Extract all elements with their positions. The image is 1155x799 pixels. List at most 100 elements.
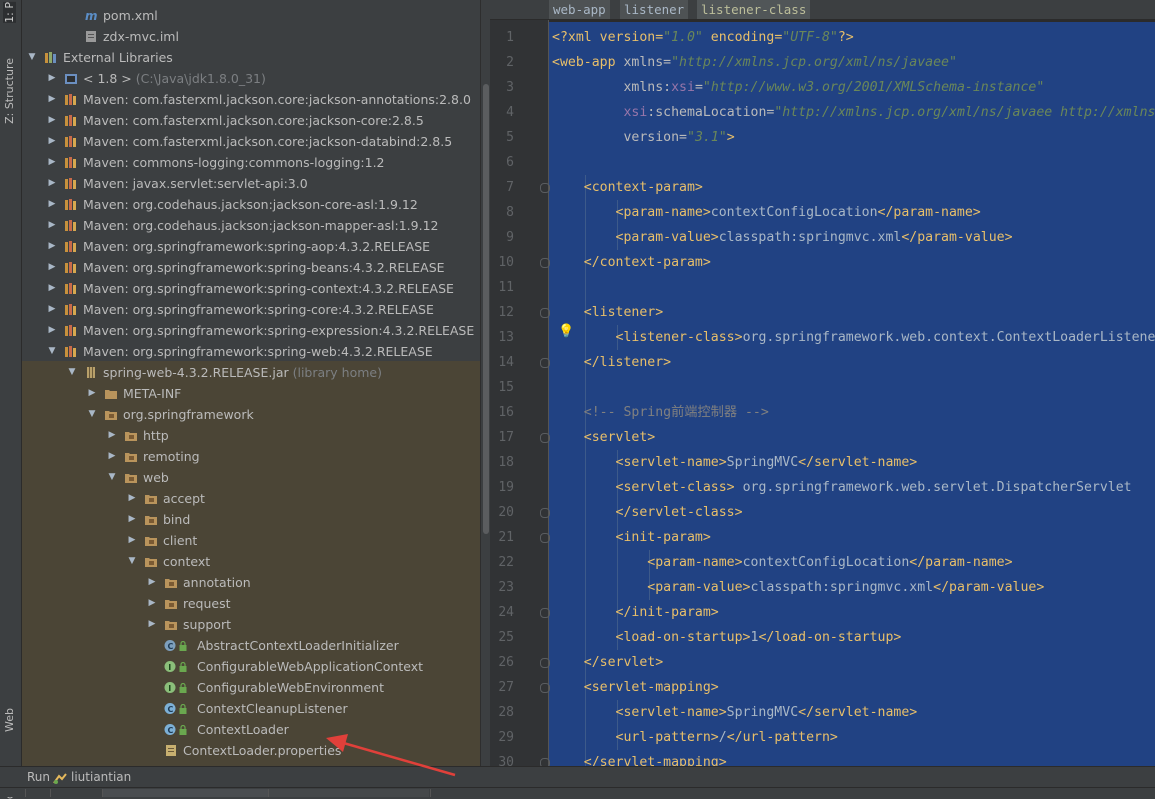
- tree-row[interactable]: ▶ Maven: org.springframework:spring-aop:4…: [22, 236, 480, 257]
- expand-arrow-icon[interactable]: ▶: [146, 572, 158, 593]
- breadcrumb-listener[interactable]: listener: [620, 0, 689, 19]
- fold-marker-icon[interactable]: [540, 758, 550, 766]
- code-line: </listener>: [552, 350, 671, 375]
- tree-row[interactable]: ▶ client: [22, 530, 480, 551]
- breadcrumb-listener-class[interactable]: listener-class: [697, 0, 811, 19]
- expand-arrow-icon[interactable]: ▶: [146, 614, 158, 635]
- expand-arrow-icon[interactable]: ▶: [46, 68, 58, 89]
- class-icon: C: [164, 723, 178, 736]
- tree-row[interactable]: ▶ support: [22, 614, 480, 635]
- expand-arrow-icon[interactable]: ▶: [126, 530, 138, 551]
- package-icon: [164, 618, 178, 631]
- tree-row[interactable]: ▼ Maven: org.springframework:spring-web:4…: [22, 341, 480, 362]
- collapse-arrow-icon[interactable]: ▼: [86, 404, 98, 425]
- expand-arrow-icon[interactable]: ▶: [46, 173, 58, 194]
- expand-arrow-icon[interactable]: ▶: [46, 89, 58, 110]
- tree-row[interactable]: ▼ spring-web-4.3.2.RELEASE.jar (library h…: [22, 362, 480, 383]
- web-tool-tab[interactable]: Web: [3, 708, 16, 732]
- tree-row[interactable]: ▶ Maven: org.springframework:spring-expre…: [22, 320, 480, 341]
- collapse-arrow-icon[interactable]: ▼: [126, 551, 138, 572]
- expand-arrow-icon[interactable]: ▶: [106, 425, 118, 446]
- code-token: <servlet-name>: [552, 455, 727, 470]
- collapse-arrow-icon[interactable]: ▼: [26, 47, 38, 68]
- expand-arrow-icon[interactable]: ▶: [126, 509, 138, 530]
- tree-row[interactable]: ▶ Maven: org.codehaus.jackson:jackson-cor…: [22, 194, 480, 215]
- expand-arrow-icon[interactable]: ▶: [46, 152, 58, 173]
- collapse-arrow-icon[interactable]: ▼: [46, 341, 58, 362]
- tree-row[interactable]: C ContextCleanupListener: [22, 698, 480, 719]
- line-number: 10: [498, 255, 514, 270]
- code-token: </listener>: [552, 355, 672, 370]
- expand-arrow-icon[interactable]: ▶: [126, 488, 138, 509]
- fold-marker-icon[interactable]: [540, 508, 550, 518]
- fold-marker-icon[interactable]: [540, 533, 550, 543]
- tree-row[interactable]: ContextLoader.properties: [22, 740, 480, 761]
- run-label[interactable]: Run: [27, 767, 50, 788]
- tree-row[interactable]: ▶ remoting: [22, 446, 480, 467]
- tree-row[interactable]: ▶ accept: [22, 488, 480, 509]
- code-token: </servlet>: [552, 655, 664, 670]
- tree-row[interactable]: ▶ < 1.8 > (C:\Java\jdk1.8.0_31): [22, 68, 480, 89]
- tree-row[interactable]: ▼ External Libraries: [22, 47, 480, 68]
- expand-arrow-icon[interactable]: ▶: [46, 236, 58, 257]
- fold-marker-icon[interactable]: [540, 608, 550, 618]
- collapse-arrow-icon[interactable]: ▼: [106, 467, 118, 488]
- tree-row[interactable]: ▶ Maven: commons-logging:commons-logging:…: [22, 152, 480, 173]
- structure-tool-tab[interactable]: Z: Structure: [3, 58, 16, 124]
- expand-arrow-icon[interactable]: ▶: [106, 446, 118, 467]
- code-token: <param-value>: [552, 230, 719, 245]
- expand-arrow-icon[interactable]: ▶: [86, 383, 98, 404]
- lock-icon: [179, 725, 193, 738]
- code-token: <web-app: [552, 55, 624, 70]
- fold-marker-icon[interactable]: [540, 433, 550, 443]
- tree-row[interactable]: ▶ annotation: [22, 572, 480, 593]
- tree-row[interactable]: ▶ Maven: org.springframework:spring-beans…: [22, 257, 480, 278]
- run-config-name[interactable]: liutiantian: [71, 767, 131, 788]
- tree-row[interactable]: ▶ Maven: com.fasterxml.jackson.core:jacks…: [22, 89, 480, 110]
- expand-arrow-icon[interactable]: ▶: [146, 593, 158, 614]
- fold-marker-icon[interactable]: [540, 683, 550, 693]
- tree-row[interactable]: ▶ request: [22, 593, 480, 614]
- tree-row[interactable]: ▶ Maven: javax.servlet:servlet-api:3.0: [22, 173, 480, 194]
- tree-row[interactable]: C AbstractContextLoaderInitializer: [22, 635, 480, 656]
- iml-file-icon: [84, 30, 98, 43]
- fold-marker-icon[interactable]: [540, 358, 550, 368]
- tree-row[interactable]: m pom.xml: [22, 5, 480, 26]
- code-token: </servlet-name>: [798, 705, 918, 720]
- tree-row[interactable]: ▶ http: [22, 425, 480, 446]
- expand-arrow-icon[interactable]: ▶: [46, 278, 58, 299]
- collapse-arrow-icon[interactable]: ▼: [66, 362, 78, 383]
- tree-row[interactable]: ▶ bind: [22, 509, 480, 530]
- tree-row[interactable]: zdx-mvc.iml: [22, 26, 480, 47]
- tree-row[interactable]: ▶ Maven: org.springframework:spring-core:…: [22, 299, 480, 320]
- tree-row[interactable]: ▶ Maven: com.fasterxml.jackson.core:jacks…: [22, 131, 480, 152]
- tree-row[interactable]: ▶ Maven: org.codehaus.jackson:jackson-map…: [22, 215, 480, 236]
- project-tool-tab[interactable]: 1: P: [3, 2, 16, 23]
- tree-row[interactable]: ▶ Maven: org.springframework:spring-conte…: [22, 278, 480, 299]
- tree-row[interactable]: ▼ context: [22, 551, 480, 572]
- expand-arrow-icon[interactable]: ▶: [46, 215, 58, 236]
- lightbulb-icon[interactable]: 💡: [558, 324, 574, 339]
- tree-scrollbar-thumb[interactable]: [483, 84, 489, 534]
- tree-row[interactable]: C ContextLoader: [22, 719, 480, 740]
- expand-arrow-icon[interactable]: ▶: [46, 299, 58, 320]
- fold-marker-icon[interactable]: [540, 183, 550, 193]
- expand-arrow-icon[interactable]: ▶: [46, 257, 58, 278]
- line-number: 28: [498, 705, 514, 720]
- code-line: </servlet>: [552, 650, 663, 675]
- tree-row[interactable]: ▼ web: [22, 467, 480, 488]
- tree-row[interactable]: I ConfigurableWebApplicationContext: [22, 656, 480, 677]
- fold-marker-icon[interactable]: [540, 308, 550, 318]
- expand-arrow-icon[interactable]: ▶: [46, 194, 58, 215]
- expand-arrow-icon[interactable]: ▶: [46, 320, 58, 341]
- expand-arrow-icon[interactable]: ▶: [46, 131, 58, 152]
- tree-row[interactable]: ▼ org.springframework: [22, 404, 480, 425]
- tree-row[interactable]: ▶ Maven: com.fasterxml.jackson.core:jacks…: [22, 110, 480, 131]
- breadcrumb-web-app[interactable]: web-app: [549, 0, 610, 19]
- fold-marker-icon[interactable]: [540, 258, 550, 268]
- tree-row[interactable]: I ConfigurableWebEnvironment: [22, 677, 480, 698]
- expand-arrow-icon[interactable]: ▶: [46, 110, 58, 131]
- tree-row[interactable]: ▶ META-INF: [22, 383, 480, 404]
- fold-marker-icon[interactable]: [540, 658, 550, 668]
